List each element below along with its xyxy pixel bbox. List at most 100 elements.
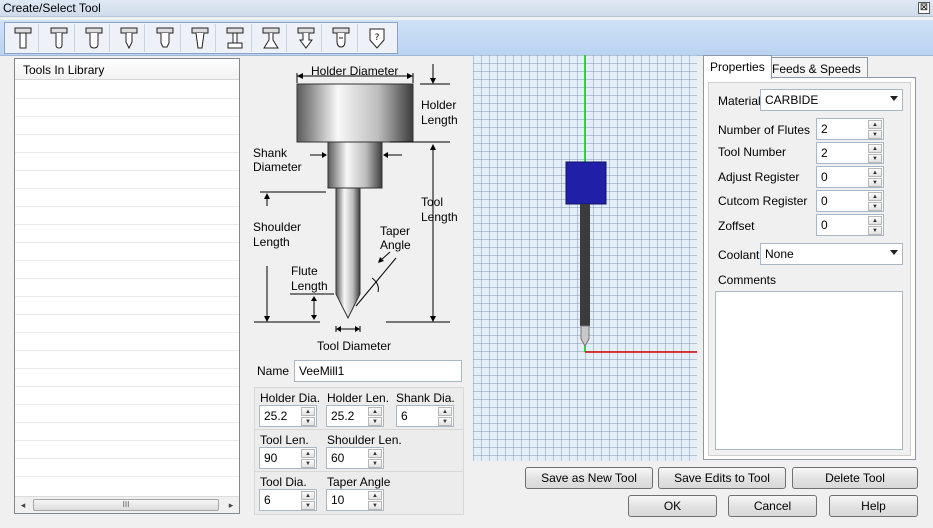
delete-tool-button[interactable]: Delete Tool — [792, 467, 918, 489]
spin-down-icon[interactable]: ▼ — [301, 417, 315, 426]
save-as-new-tool-button[interactable]: Save as New Tool — [525, 467, 653, 489]
zoffset-spinner[interactable]: 0 ▲ ▼ — [816, 214, 884, 236]
tab-feeds-speeds[interactable]: Feeds & Speeds — [765, 57, 868, 79]
spin-up-icon[interactable]: ▲ — [301, 491, 315, 500]
bull-nose-mill-icon[interactable] — [43, 24, 75, 52]
adjust-register-spinner[interactable]: 0 ▲ ▼ — [816, 166, 884, 188]
flute-length-label-1: Flute — [291, 264, 318, 278]
spin-up-icon[interactable]: ▲ — [868, 120, 882, 129]
scroll-thumb[interactable]: III — [33, 499, 219, 511]
spin-down-icon[interactable]: ▼ — [868, 226, 882, 235]
holder-dia-spinner[interactable]: 25.2 ▲ ▼ — [259, 405, 317, 427]
shoulder-len-spinner[interactable]: 60 ▲ ▼ — [326, 447, 384, 469]
chamfer-mill-icon[interactable] — [149, 24, 181, 52]
spot-drill-icon[interactable] — [326, 24, 358, 52]
tool-name-input[interactable]: VeeMill1 — [294, 360, 462, 382]
tool-3d-preview[interactable] — [473, 55, 697, 461]
spin-up-icon[interactable]: ▲ — [368, 407, 382, 416]
flutes-label: Number of Flutes — [718, 123, 811, 137]
holder-block — [565, 161, 607, 205]
dovetail-mill-icon[interactable] — [256, 24, 287, 52]
spin-up-icon[interactable]: ▲ — [368, 449, 382, 458]
scroll-right-icon[interactable]: ▸ — [225, 499, 237, 511]
zoffset-label: Zoffset — [718, 219, 755, 233]
tool-library-list[interactable]: Tools In Library ◂ III ▸ — [14, 58, 240, 514]
save-edits-button[interactable]: Save Edits to Tool — [658, 467, 786, 489]
spin-down-icon[interactable]: ▼ — [368, 501, 382, 510]
scroll-left-icon[interactable]: ◂ — [17, 499, 29, 511]
spin-down-icon[interactable]: ▼ — [301, 459, 315, 468]
shoulder-length-label-2: Length — [253, 235, 290, 249]
tool-dia-spinner[interactable]: 6 ▲ ▼ — [259, 489, 317, 511]
flat-end-mill-icon[interactable] — [8, 24, 40, 52]
spin-up-icon[interactable]: ▲ — [868, 216, 882, 225]
spin-down-icon[interactable]: ▼ — [868, 178, 882, 187]
vee-mill-icon[interactable] — [114, 24, 146, 52]
spin-down-icon[interactable]: ▼ — [868, 154, 882, 163]
slot-mill-icon[interactable] — [220, 24, 252, 52]
shank-dia-spinner[interactable]: 6 ▲ ▼ — [396, 405, 454, 427]
horizontal-scrollbar[interactable]: ◂ III ▸ — [15, 496, 239, 513]
cutter-params-group: Tool Dia. 6 ▲ ▼ Taper Angle 10 ▲ ▼ — [254, 471, 464, 515]
spin-up-icon[interactable]: ▲ — [868, 192, 882, 201]
cutter-tip — [580, 325, 590, 348]
spin-down-icon[interactable]: ▼ — [868, 202, 882, 211]
comments-label: Comments — [718, 273, 777, 287]
holder-len-label: Holder Len. — [327, 391, 390, 405]
tool-diameter-label: Tool Diameter — [317, 339, 392, 353]
holder-params-group: Holder Dia. 25.2 ▲ ▼ Holder Len. 25.2 ▲ … — [254, 387, 464, 431]
comments-textarea[interactable] — [715, 291, 903, 450]
help-button[interactable]: Help — [829, 495, 918, 517]
shank-bar — [580, 204, 590, 326]
spin-up-icon[interactable]: ▲ — [301, 407, 315, 416]
chevron-down-icon[interactable] — [890, 250, 898, 255]
custom-tool-icon[interactable]: ? — [362, 24, 393, 52]
adjust-register-label: Adjust Register — [718, 170, 800, 184]
spin-down-icon[interactable]: ▼ — [368, 459, 382, 468]
taper-angle-param-label: Taper Angle — [327, 475, 391, 489]
spin-up-icon[interactable]: ▲ — [868, 168, 882, 177]
tool-dimension-diagram: Holder Diameter Holder Length Shank Diam… — [250, 56, 472, 356]
shoulder-length-label-1: Shoulder — [253, 220, 302, 234]
shank-diameter-label-1: Shank — [253, 146, 288, 160]
coolant-select[interactable]: None — [760, 243, 903, 265]
holder-dia-label: Holder Dia. — [260, 391, 321, 405]
coolant-label: Coolant — [718, 248, 760, 262]
tool-len-spinner[interactable]: 90 ▲ ▼ — [259, 447, 317, 469]
spin-down-icon[interactable]: ▼ — [368, 417, 382, 426]
spin-up-icon[interactable]: ▲ — [368, 491, 382, 500]
spin-up-icon[interactable]: ▲ — [301, 449, 315, 458]
length-params-group: Tool Len. 90 ▲ ▼ Shoulder Len. 60 ▲ ▼ — [254, 429, 464, 473]
title-bar: Create/Select Tool ⊠ — [0, 0, 933, 17]
ok-button[interactable]: OK — [628, 495, 717, 517]
taper-angle-label-1: Taper — [380, 224, 411, 238]
window-title: Create/Select Tool — [3, 1, 101, 15]
holder-len-spinner[interactable]: 25.2 ▲ ▼ — [326, 405, 384, 427]
library-header[interactable]: Tools In Library — [15, 59, 239, 80]
tool-length-label-1: Tool — [421, 195, 444, 209]
spin-down-icon[interactable]: ▼ — [301, 501, 315, 510]
spin-up-icon[interactable]: ▲ — [868, 144, 882, 153]
name-label: Name — [257, 364, 290, 378]
flutes-spinner[interactable]: 2 ▲ ▼ — [816, 118, 884, 140]
cutcom-register-label: Cutcom Register — [718, 194, 808, 208]
tab-properties[interactable]: Properties — [703, 55, 772, 79]
close-icon[interactable]: ⊠ — [918, 2, 930, 14]
holder-length-label-1: Holder — [421, 98, 457, 112]
cancel-button[interactable]: Cancel — [728, 495, 817, 517]
spin-down-icon[interactable]: ▼ — [438, 417, 452, 426]
shank-diameter-label-2: Diameter — [253, 160, 302, 174]
tool-type-toolbar: ? — [4, 22, 398, 54]
chevron-down-icon[interactable] — [890, 96, 898, 101]
tool-number-spinner[interactable]: 2 ▲ ▼ — [816, 142, 884, 164]
spin-up-icon[interactable]: ▲ — [438, 407, 452, 416]
taper-mill-icon[interactable] — [185, 24, 217, 52]
material-select[interactable]: CARBIDE — [760, 89, 903, 111]
cutcom-register-spinner[interactable]: 0 ▲ ▼ — [816, 190, 884, 212]
tool-number-label: Tool Number — [718, 145, 787, 159]
ball-mill-icon[interactable] — [79, 24, 111, 52]
drill-icon[interactable] — [291, 24, 323, 52]
spin-down-icon[interactable]: ▼ — [868, 130, 882, 139]
taper-angle-spinner[interactable]: 10 ▲ ▼ — [326, 489, 384, 511]
tool-preview-render — [565, 55, 697, 353]
